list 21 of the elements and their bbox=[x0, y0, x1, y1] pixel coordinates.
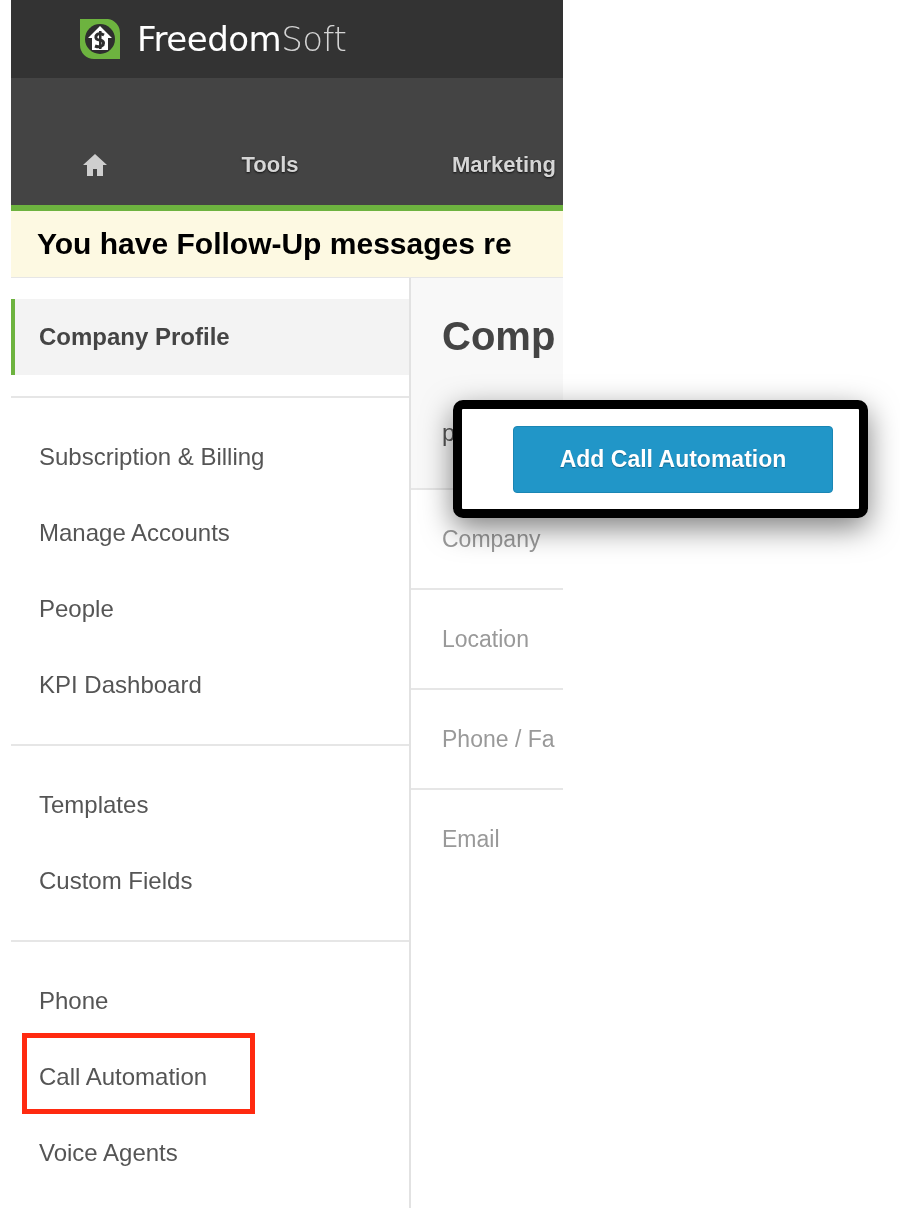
sidebar-item[interactable]: KPI Dashboard bbox=[11, 647, 409, 723]
logo-icon bbox=[78, 17, 122, 61]
nav-tab[interactable]: Marketing bbox=[452, 152, 556, 178]
sidebar-item[interactable]: People bbox=[11, 571, 409, 647]
field-label: Company bbox=[442, 525, 541, 553]
logo-wordmark[interactable]: FreedomSoft bbox=[137, 19, 347, 59]
field-label: Location bbox=[442, 625, 529, 653]
field-label: Email bbox=[442, 825, 500, 853]
sidebar-item[interactable]: Manage Accounts bbox=[11, 495, 409, 571]
page-title: Comp bbox=[442, 314, 557, 359]
sidebar-item[interactable]: Subscription & Billing bbox=[11, 419, 409, 495]
sidebar-item[interactable]: Custom Fields bbox=[11, 843, 409, 919]
sidebar-item[interactable]: Company Profile bbox=[11, 299, 409, 375]
sidebar-item[interactable]: Voice Agents bbox=[11, 1115, 409, 1191]
nav-tab[interactable]: Tools bbox=[241, 152, 299, 178]
field-label: Phone / Fa bbox=[442, 725, 555, 753]
sidebar-item[interactable]: Templates bbox=[11, 767, 409, 843]
banner-message: You have Follow-Up messages re bbox=[37, 227, 512, 261]
home-icon[interactable] bbox=[82, 153, 108, 177]
sidebar-item[interactable]: Phone bbox=[11, 963, 409, 1039]
sidebar-item[interactable]: Call Automation bbox=[11, 1039, 409, 1115]
